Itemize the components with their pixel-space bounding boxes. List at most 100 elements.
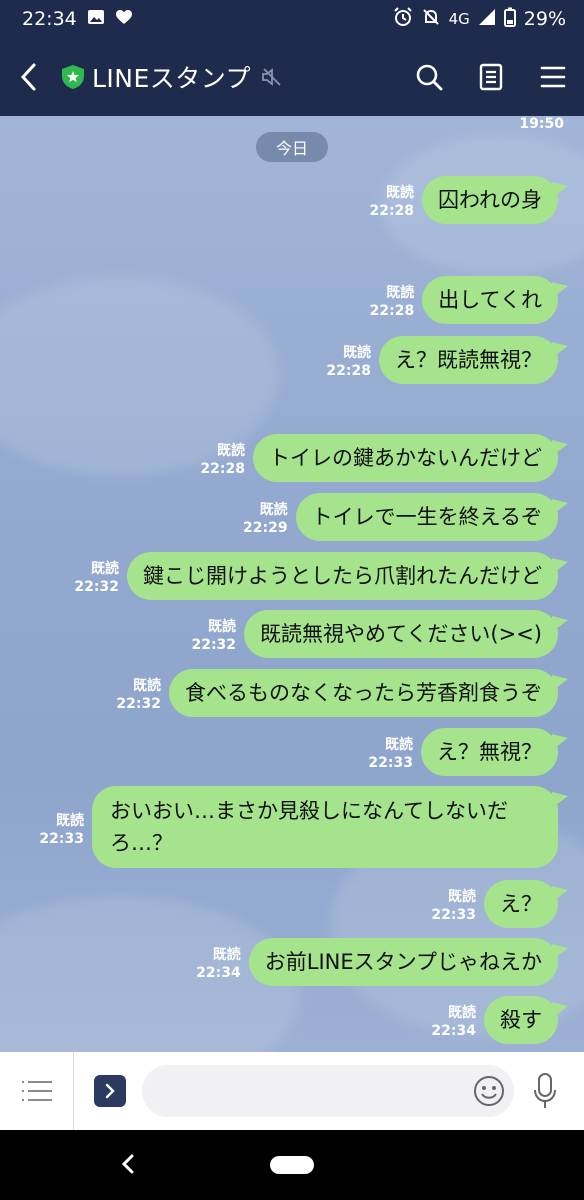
emoji-icon [474, 1076, 504, 1106]
message: 既読 22:32 鍵こじ開けようとしたら爪割れたんだけど [74, 552, 584, 600]
message-time: 22:28 [369, 303, 415, 319]
message-bubble[interactable]: 出してくれ [422, 276, 568, 324]
message: 既読 22:32 食べるものなくなったら芳香剤食うぞ [116, 669, 584, 717]
read-receipt: 既読 [91, 561, 119, 577]
previous-message-time: 19:50 [519, 116, 564, 132]
read-receipt: 既読 [212, 947, 241, 963]
message-bubble[interactable]: トイレで一生を終えるぞ [295, 493, 569, 541]
message: 既読 22:29 トイレで一生を終えるぞ [243, 493, 584, 541]
back-button[interactable] [0, 38, 56, 116]
message-bubble[interactable]: 囚われの身 [422, 176, 568, 224]
voice-button[interactable] [532, 1072, 558, 1114]
message-time: 22:34 [431, 1023, 476, 1039]
note-icon [479, 63, 503, 91]
read-receipt: 既読 [343, 345, 371, 361]
message-meta: 既読 22:28 [370, 284, 415, 320]
read-receipt: 既読 [448, 1005, 476, 1021]
message: 既読 22:32 既読無視やめてください(><) [191, 610, 584, 658]
message: 既読 22:33 え？無視？ [368, 728, 584, 776]
chat-menu-button[interactable] [0, 1052, 74, 1130]
official-shield-icon [62, 65, 84, 89]
message: 既読 22:33 え？ [431, 880, 584, 928]
message-time: 22:33 [431, 907, 476, 923]
chat-area[interactable]: 19:50 今日 既読 22:28 囚われの身 既読 22:28 出してくれ 既… [0, 116, 584, 1052]
emoji-button[interactable] [472, 1074, 506, 1112]
read-receipt: 既読 [259, 502, 288, 518]
read-receipt: 既読 [217, 443, 245, 459]
message-meta: 既読 22:28 [369, 184, 414, 220]
read-receipt: 既読 [386, 285, 415, 301]
microphone-icon [534, 1073, 556, 1108]
signal-icon [478, 8, 496, 31]
network-label: 4G [448, 10, 470, 28]
system-back-icon[interactable] [118, 1152, 138, 1176]
message-time: 22:28 [369, 203, 415, 219]
message-meta: 既読 22:32 [191, 618, 236, 654]
message-meta: 既読 22:28 [326, 344, 371, 380]
search-icon [416, 64, 443, 91]
chat-header: LINEスタンプ [0, 38, 584, 116]
message: 既読 22:34 お前LINEスタンプじゃねえか [196, 938, 584, 986]
message: 既読 22:28 え？既読無視？ [326, 336, 584, 384]
message: 既読 22:28 出してくれ [370, 276, 584, 324]
search-button[interactable] [412, 60, 446, 94]
message-time: 22:32 [116, 696, 161, 712]
menu-button[interactable] [536, 60, 570, 94]
chevron-left-icon [20, 63, 36, 91]
system-home-button[interactable] [270, 1156, 314, 1174]
message-bubble[interactable]: え？無視？ [421, 728, 568, 776]
read-receipt: 既読 [133, 678, 161, 694]
alarm-icon [393, 6, 413, 32]
mute-notification-icon [421, 7, 441, 32]
message-bubble[interactable]: 鍵こじ開けようとしたら爪割れたんだけど [127, 552, 568, 600]
read-receipt: 既読 [448, 889, 476, 905]
message: 既読 22:28 囚われの身 [369, 176, 584, 224]
message-meta: 既読 22:33 [368, 736, 413, 772]
message-meta: 既読 22:32 [74, 560, 119, 596]
message-bubble[interactable]: お前LINEスタンプじゃねえか [248, 938, 569, 986]
message-bubble[interactable]: え？ [484, 880, 568, 928]
date-separator: 今日 [256, 132, 328, 162]
gallery-icon [87, 8, 105, 30]
message-meta: 既読 22:29 [243, 501, 288, 537]
message-time: 22:32 [191, 637, 237, 653]
message-meta: 既読 22:32 [116, 677, 161, 713]
muted-speaker-icon [262, 68, 281, 86]
status-bar: 22:34 4G 29% [0, 0, 584, 38]
message-time: 22:29 [243, 520, 288, 536]
message-meta: 既読 22:28 [200, 442, 245, 478]
heart-icon [115, 8, 133, 30]
message-meta: 既読 22:33 [431, 888, 476, 924]
notes-button[interactable] [474, 60, 508, 94]
message: 既読 22:28 トイレの鍵あかないんだけど [200, 434, 584, 482]
message-bubble[interactable]: 殺す [484, 996, 568, 1044]
message-bubble[interactable]: おいおい…まさか見殺しになんてしないだろ…？ [92, 786, 568, 868]
message-meta: 既読 22:34 [431, 1004, 476, 1040]
message-bubble[interactable]: 既読無視やめてください(><) [244, 610, 568, 658]
message-meta: 既読 22:33 [39, 812, 84, 848]
battery-icon [503, 7, 516, 32]
message-time: 22:32 [74, 579, 119, 595]
message-input-bar [0, 1052, 584, 1130]
hamburger-icon [540, 66, 566, 88]
message-bubble[interactable]: え？既読無視？ [379, 336, 568, 384]
message-bubble[interactable]: トイレの鍵あかないんだけど [253, 434, 568, 482]
chat-title: LINEスタンプ [92, 64, 252, 93]
read-receipt: 既読 [56, 813, 84, 829]
system-navigation-bar [0, 1130, 584, 1200]
read-receipt: 既読 [386, 185, 415, 201]
message-time: 22:28 [200, 461, 245, 477]
message: 既読 22:34 殺す [431, 996, 584, 1044]
message: 既読 22:33 おいおい…まさか見殺しになんてしないだろ…？ [39, 786, 584, 868]
message-time: 22:34 [196, 965, 241, 981]
message-time: 22:33 [39, 831, 84, 847]
expand-button[interactable] [94, 1075, 126, 1107]
message-input[interactable] [142, 1065, 514, 1117]
battery-percent: 29% [523, 8, 566, 30]
message-time: 22:33 [368, 755, 413, 771]
chevron-right-icon [105, 1083, 115, 1099]
message-bubble[interactable]: 食べるものなくなったら芳香剤食うぞ [169, 669, 568, 717]
message-meta: 既読 22:34 [196, 946, 241, 982]
list-icon [21, 1081, 52, 1101]
read-receipt: 既読 [208, 619, 237, 635]
